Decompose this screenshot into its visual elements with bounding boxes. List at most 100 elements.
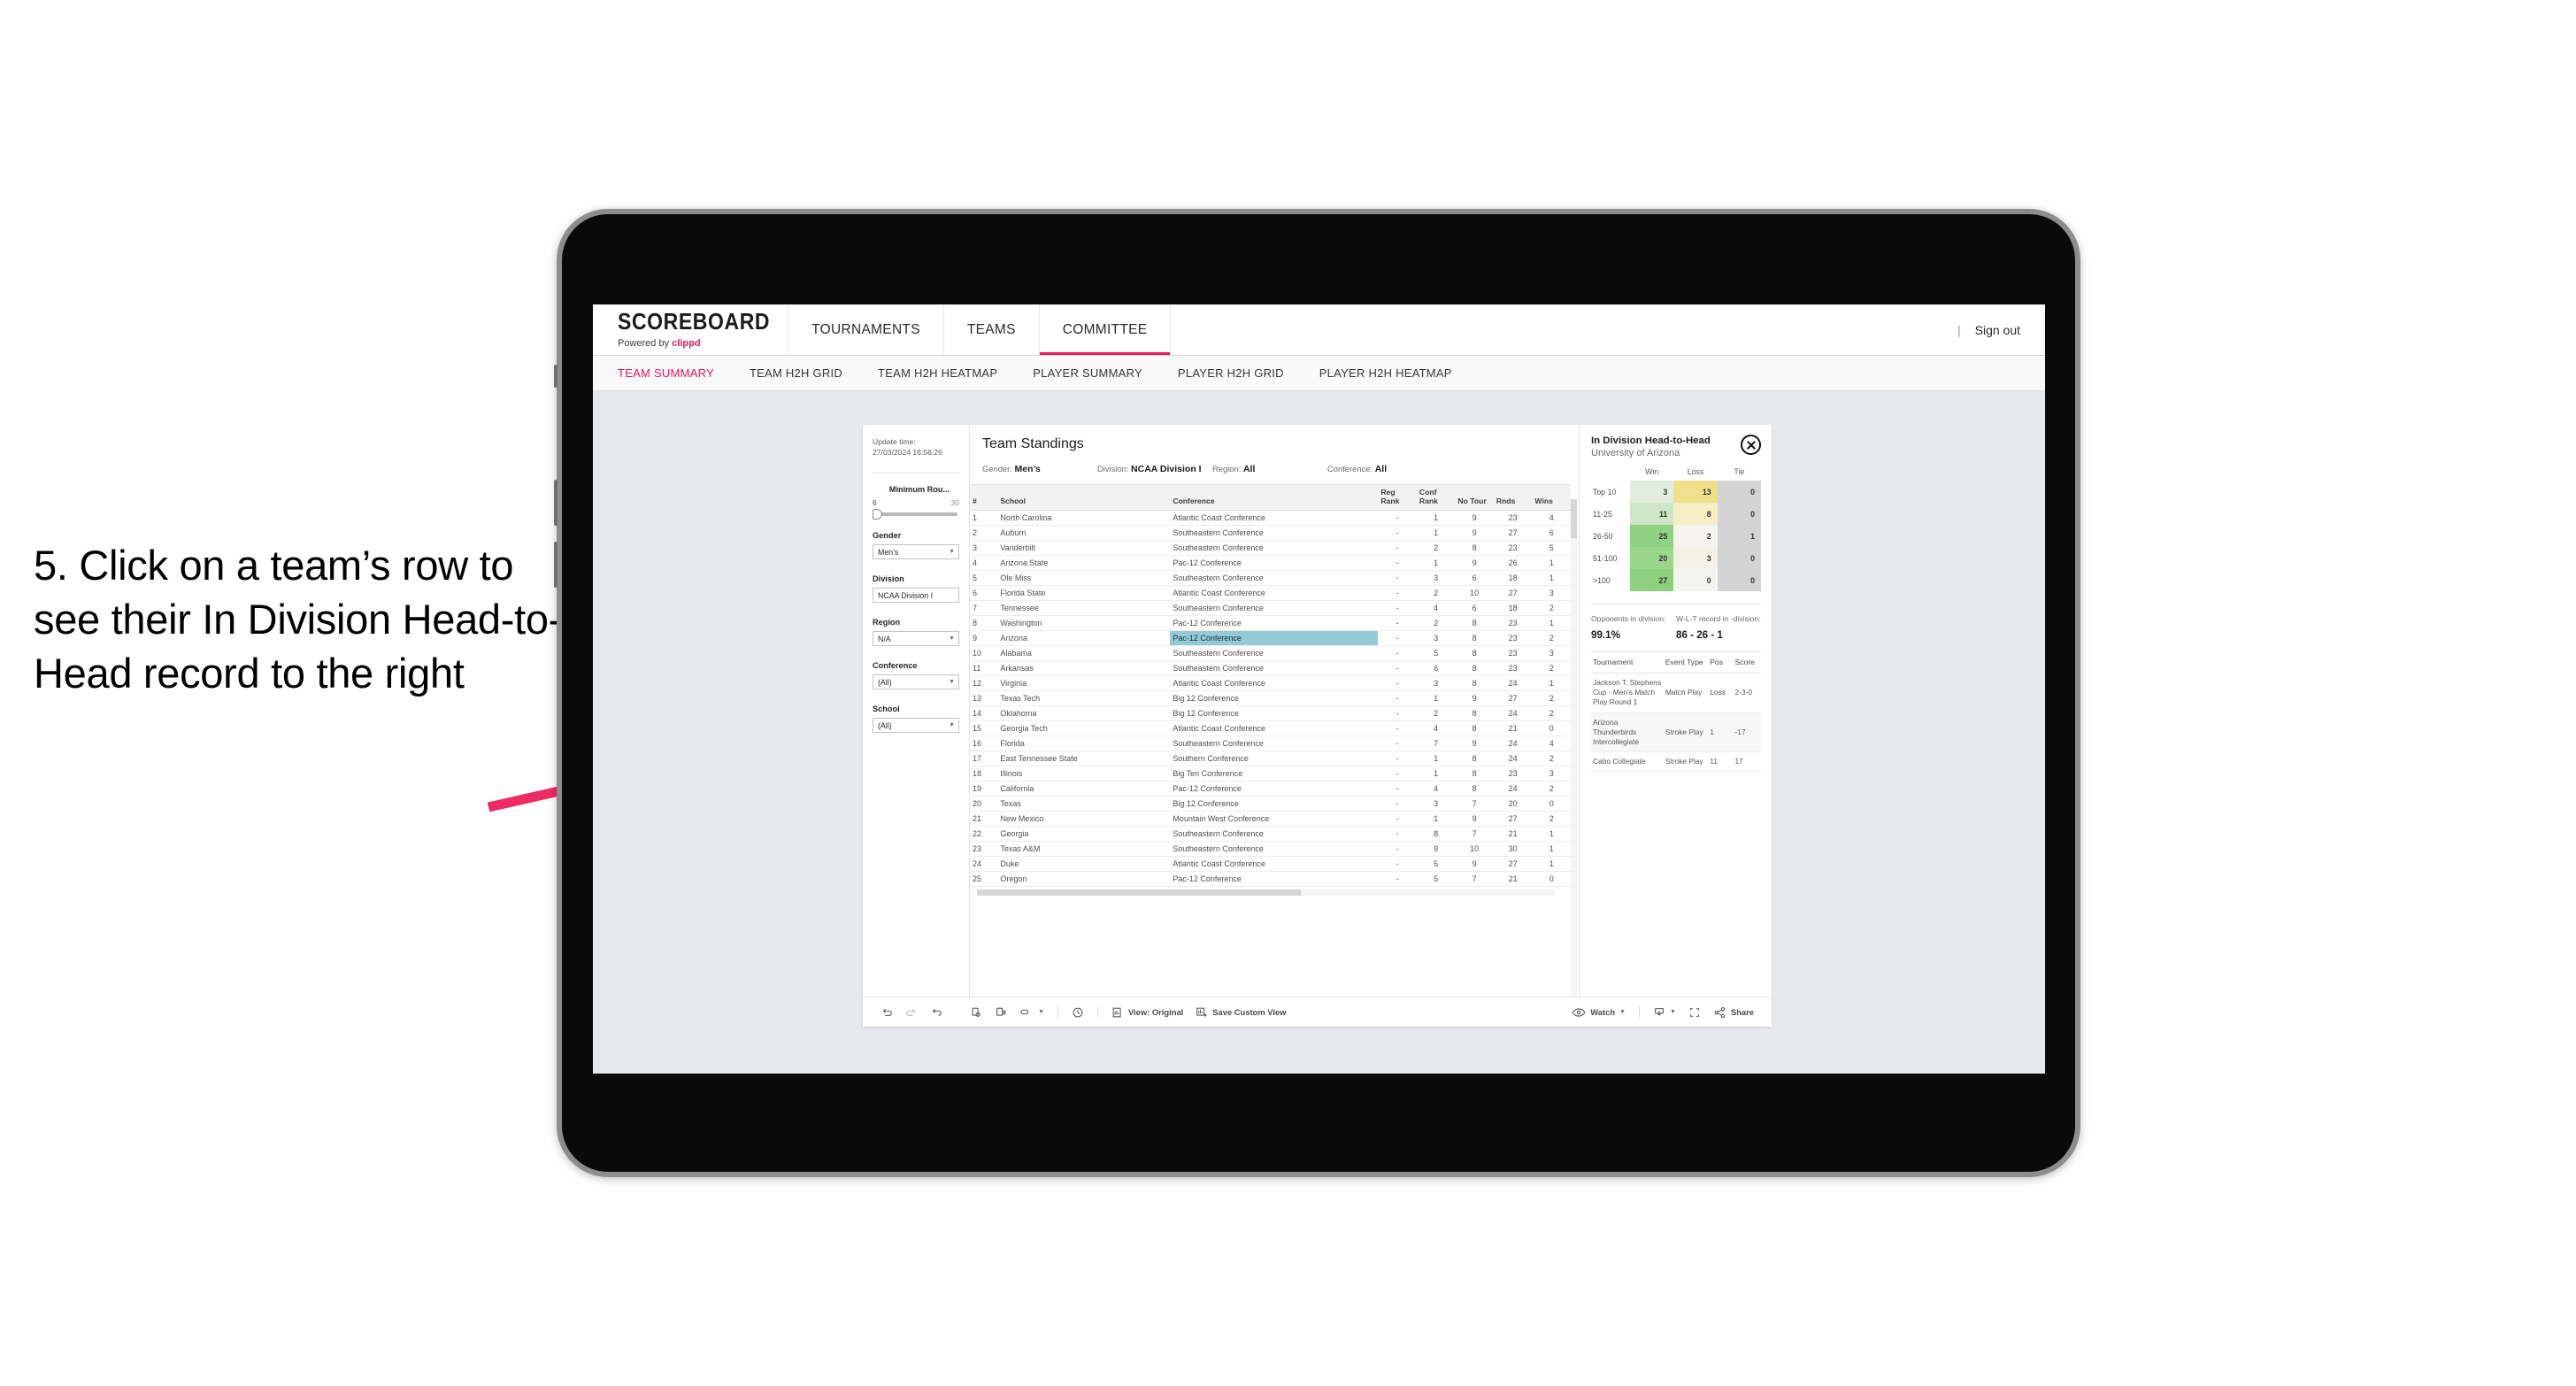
undo-icon[interactable] <box>874 1006 899 1019</box>
close-circle-icon[interactable] <box>1741 435 1761 455</box>
revert-icon[interactable] <box>924 1006 949 1019</box>
event-pos: 1 <box>1708 712 1734 753</box>
fullscreen-icon[interactable] <box>1682 1006 1707 1019</box>
summary-division-label: Division: <box>1097 464 1129 474</box>
min-rounds-slider[interactable] <box>873 509 957 520</box>
h2h-band-label: 11-25 <box>1591 503 1630 525</box>
stat-opponents-value: 99.1% <box>1591 629 1620 641</box>
table-row[interactable]: 3 Vanderbilt Southeastern Conference -2 8 23 5 <box>970 540 1571 557</box>
table-row[interactable]: 13 Texas Tech Big 12 Conference -1 9 27 2 <box>970 690 1571 707</box>
flag-dropdown-icon[interactable]: ▼ <box>1013 1006 1050 1019</box>
tab-team-h2h-grid[interactable]: TEAM H2H GRID <box>750 366 842 380</box>
table-row[interactable]: 10 Alabama Southeastern Conference -5 8 23 3 <box>970 645 1571 662</box>
min-rounds-slider-handle[interactable] <box>873 509 882 520</box>
nav-item-committee[interactable]: COMMITTEE <box>1038 304 1171 355</box>
table-row[interactable]: 19 California Pac-12 Conference -4 8 24 2 <box>970 781 1571 797</box>
row-conference: Southeastern Conference <box>1170 570 1379 587</box>
school-select[interactable]: (All) ▼ <box>873 718 959 734</box>
table-vscroll-thumb[interactable] <box>1571 499 1577 538</box>
save-custom-view-button[interactable]: Save Custom View <box>1189 1006 1292 1019</box>
table-row[interactable]: 22 Georgia Southeastern Conference -8 7 21 1 <box>970 826 1571 843</box>
table-row[interactable]: 17 East Tennessee State Southern Conferenc… <box>970 751 1571 767</box>
row-no-tour: 7 <box>1455 871 1494 888</box>
event-row[interactable]: Cabo Collegiate Stroke Play 11 17 <box>1591 751 1761 773</box>
row-no-tour: 8 <box>1455 675 1494 692</box>
view-original-button[interactable]: View: Original <box>1105 1006 1189 1019</box>
row-conf-rank: 4 <box>1416 600 1456 617</box>
nav-item-teams[interactable]: TEAMS <box>942 304 1039 355</box>
share-button[interactable]: Share <box>1707 1006 1760 1019</box>
row-conf-rank: 8 <box>1416 826 1456 843</box>
row-wins: 4 <box>1532 510 1571 527</box>
signout-link[interactable]: Sign out <box>1975 323 2020 337</box>
table-row[interactable]: 14 Oklahoma Big 12 Conference -2 8 24 2 <box>970 705 1571 722</box>
refresh-data-icon[interactable] <box>964 1006 988 1019</box>
instruction-annotation: 5. Click on a team’s row to see their In… <box>34 542 563 697</box>
table-row[interactable]: 20 Texas Big 12 Conference -3 7 20 0 <box>970 796 1571 812</box>
row-school: Tennessee <box>997 600 1171 617</box>
row-no-tour: 8 <box>1455 615 1494 632</box>
h2h-events-thead: Tournament Event Type Pos Score <box>1591 651 1761 674</box>
row-rank: 19 <box>970 781 998 797</box>
event-row[interactable]: Jackson T. Stephens Cup - Men’s Match Pl… <box>1591 673 1761 713</box>
history-icon[interactable] <box>1065 1006 1090 1019</box>
h2h-tie-cell: 0 <box>1717 503 1761 525</box>
table-row[interactable]: 2 Auburn Southeastern Conference -1 9 27 6 <box>970 525 1571 542</box>
pause-auto-update-icon[interactable] <box>988 1006 1013 1019</box>
row-no-tour: 8 <box>1455 630 1494 647</box>
row-wins: 3 <box>1532 585 1571 602</box>
event-row[interactable]: Arizona Thunderbirds Intercollegiate Stro… <box>1591 712 1761 753</box>
watch-button[interactable]: Watch ▼ <box>1565 1006 1632 1019</box>
table-row[interactable]: 18 Illinois Big Ten Conference -1 8 23 3 <box>970 766 1571 782</box>
col-rank[interactable]: # <box>970 483 998 512</box>
col-rnds[interactable]: Rnds <box>1493 483 1533 512</box>
row-wins: 2 <box>1532 811 1571 828</box>
redo-icon[interactable] <box>899 1006 924 1019</box>
event-type: Match Play <box>1663 673 1709 713</box>
table-row[interactable]: 25 Oregon Pac-12 Conference -5 7 21 0 <box>970 871 1571 888</box>
row-no-tour: 10 <box>1455 841 1494 858</box>
row-school: California <box>997 781 1171 797</box>
col-conf-rank[interactable]: Conf Rank <box>1416 483 1456 512</box>
table-row[interactable]: 1 North Carolina Atlantic Coast Conference… <box>970 510 1571 527</box>
table-row[interactable]: 12 Virginia Atlantic Coast Conference -3 8 24… <box>970 675 1571 692</box>
col-wins[interactable]: Wins <box>1532 483 1571 512</box>
table-row[interactable]: 9 Arizona Pac-12 Conference -3 8 23 2 <box>970 630 1571 647</box>
tab-player-summary[interactable]: PLAYER SUMMARY <box>1033 366 1142 380</box>
table-row[interactable]: 7 Tennessee Southeastern Conference -4 6 18 2 <box>970 600 1571 617</box>
table-row[interactable]: 23 Texas A&M Southeastern Conference -9 10 30… <box>970 841 1571 858</box>
tab-team-h2h-heatmap[interactable]: TEAM H2H HEATMAP <box>878 366 997 380</box>
table-vertical-scrollbar[interactable] <box>1571 499 1577 997</box>
table-row[interactable]: 5 Ole Miss Southeastern Conference -3 6 18 1 <box>970 570 1571 587</box>
col-school[interactable]: School <box>997 483 1171 512</box>
row-no-tour: 8 <box>1455 751 1494 767</box>
col-no-tour[interactable]: No Tour <box>1455 483 1494 512</box>
table-hscroll-thumb[interactable] <box>977 889 1301 897</box>
table-row[interactable]: 8 Washington Pac-12 Conference -2 8 23 1 <box>970 615 1571 632</box>
download-icon[interactable]: ▼ <box>1647 1006 1682 1019</box>
filter-rail: Update time: 27/03/2024 16:56:26 Minimum… <box>863 425 970 997</box>
table-horizontal-scrollbar[interactable] <box>977 889 1555 897</box>
col-conference[interactable]: Conference <box>1170 483 1379 512</box>
table-row[interactable]: 4 Arizona State Pac-12 Conference -1 9 26 1 <box>970 555 1571 572</box>
row-reg-rank: - <box>1378 600 1417 617</box>
nav-item-tournaments[interactable]: TOURNAMENTS <box>788 304 943 355</box>
update-time-value: 27/03/2024 16:56:26 <box>873 447 942 457</box>
table-row[interactable]: 15 Georgia Tech Atlantic Coast Conference -… <box>970 720 1571 737</box>
table-row[interactable]: 6 Florida State Atlantic Coast Conference -… <box>970 585 1571 602</box>
table-row[interactable]: 16 Florida Southeastern Conference -7 9 24 4 <box>970 735 1571 752</box>
tab-team-summary[interactable]: TEAM SUMMARY <box>618 366 714 380</box>
tab-player-h2h-heatmap[interactable]: PLAYER H2H HEATMAP <box>1319 366 1452 380</box>
table-row[interactable]: 21 New Mexico Mountain West Conference -1 9 2… <box>970 811 1571 828</box>
h2h-win-cell: 27 <box>1630 569 1674 591</box>
conference-select[interactable]: (All) ▼ <box>873 674 959 690</box>
tab-player-h2h-grid[interactable]: PLAYER H2H GRID <box>1178 366 1284 380</box>
row-rnds: 23 <box>1493 540 1533 557</box>
school-filter: School (All) ▼ <box>873 705 959 734</box>
col-reg-rank[interactable]: Reg Rank <box>1378 483 1417 512</box>
division-select[interactable]: NCAA Division I <box>873 588 959 604</box>
table-row[interactable]: 24 Duke Atlantic Coast Conference -5 9 27 1 <box>970 856 1571 873</box>
region-select[interactable]: N/A ▼ <box>873 631 959 647</box>
table-row[interactable]: 11 Arkansas Southeastern Conference -6 8 23 2 <box>970 660 1571 677</box>
gender-select[interactable]: Men’s ▼ <box>873 544 959 560</box>
